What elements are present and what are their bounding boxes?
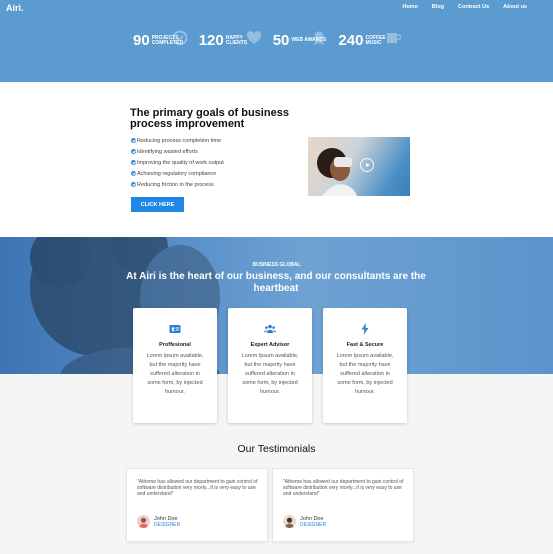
testimonial-card: "Atheme has allowed our department to ga… xyxy=(126,468,268,542)
feature-text: Lorem Ipsum available, but the majority … xyxy=(241,353,299,395)
band-kicker: BUSINESS GLOBAL xyxy=(252,262,301,268)
music-icon xyxy=(387,33,402,43)
list-item: Achieving regulatory compliance xyxy=(131,168,224,179)
nav-about-us[interactable]: About us xyxy=(503,4,527,10)
list-item-label: Reducing friction in the process xyxy=(137,181,214,188)
users-icon xyxy=(264,324,276,333)
check-icon xyxy=(131,138,136,143)
feature-card: Proffesional Lorem Ipsum available, but … xyxy=(133,308,217,423)
list-item-label: Achieving regulatory compliance xyxy=(137,170,217,177)
heart-icon xyxy=(246,31,261,44)
testimonial-quote: "Atheme has allowed our department to ga… xyxy=(137,479,258,497)
stats-row: 90 Projects Completed 120 Happy Clients … xyxy=(133,30,402,49)
author-name: John Doe xyxy=(154,515,178,522)
goals-title: The primary goals of business process im… xyxy=(130,107,289,130)
main-nav: Home Blog Contract Us About us xyxy=(402,4,527,10)
stat-awards: 50 WEB AWARDS xyxy=(272,31,328,49)
stat-clients: 120 Happy Clients xyxy=(198,31,262,49)
list-item-label: Identifying wasted efforts xyxy=(137,148,198,155)
check-icon xyxy=(131,171,136,176)
check-icon xyxy=(131,149,136,154)
author-name: John Doe xyxy=(300,515,324,522)
check-circle-icon xyxy=(172,30,188,46)
testimonial-author: John Doe DESIGNER xyxy=(137,515,180,528)
testimonials-title: Our Testimonials xyxy=(237,443,316,455)
award-icon xyxy=(314,31,325,45)
stat-projects: 90 Projects Completed xyxy=(133,30,188,49)
band-title: At Airi is the heart of our business, an… xyxy=(126,271,426,294)
list-item: Improving the quality of work output xyxy=(131,157,224,168)
check-icon xyxy=(131,182,136,187)
feature-title: Fast & Secure xyxy=(346,342,384,348)
avatar xyxy=(283,515,296,528)
list-item: Reducing friction in the process xyxy=(131,179,224,190)
feature-title: Proffesional xyxy=(159,342,191,348)
feature-cards: Proffesional Lorem Ipsum available, but … xyxy=(133,308,407,423)
check-icon xyxy=(131,160,136,165)
feature-card: Expert Advisor Lorem Ipsum available, bu… xyxy=(228,308,312,423)
stat-number: 240 xyxy=(338,32,364,49)
list-item: Reducing process completion time xyxy=(131,135,224,146)
bolt-icon xyxy=(361,323,369,335)
feature-text: Lorem Ipsum available, but the majority … xyxy=(146,353,204,395)
goals-list: Reducing process completion time Identif… xyxy=(131,135,224,190)
click-here-button[interactable]: CLICK HERE xyxy=(131,197,184,212)
play-icon[interactable] xyxy=(360,158,374,172)
testimonial-author: John Doe DESIGNER xyxy=(283,515,326,528)
author-role: DESIGNER xyxy=(300,521,327,528)
feature-card: Fast & Secure Lorem Ipsum available, but… xyxy=(323,308,407,423)
nav-blog[interactable]: Blog xyxy=(432,4,444,10)
stat-number: 50 xyxy=(272,32,290,49)
id-card-icon xyxy=(169,325,181,333)
vr-person-image xyxy=(317,148,358,196)
testimonial-card: "Atheme has allowed our department to ga… xyxy=(272,468,414,542)
stat-coffee: 240 Coffee Music xyxy=(338,32,402,49)
list-item-label: Reducing process completion time xyxy=(137,137,222,144)
testimonials-list: "Atheme has allowed our department to ga… xyxy=(126,468,414,542)
feature-text: Lorem Ipsum available, but the majority … xyxy=(336,353,394,395)
stat-number: 120 xyxy=(198,32,224,49)
logo[interactable]: Airi. xyxy=(6,3,24,13)
list-item-label: Improving the quality of work output xyxy=(137,159,224,166)
avatar xyxy=(137,515,150,528)
video-thumbnail[interactable] xyxy=(308,137,410,196)
header: Airi. Home Blog Contract Us About us 90 … xyxy=(0,0,553,82)
testimonial-quote: "Atheme has allowed our department to ga… xyxy=(283,479,404,497)
stat-number: 90 xyxy=(133,32,150,49)
feature-title: Expert Advisor xyxy=(250,342,290,348)
list-item: Identifying wasted efforts xyxy=(131,146,224,157)
author-role: DESIGNER xyxy=(154,521,181,528)
nav-home[interactable]: Home xyxy=(402,4,417,10)
nav-contract-us[interactable]: Contract Us xyxy=(458,4,489,10)
